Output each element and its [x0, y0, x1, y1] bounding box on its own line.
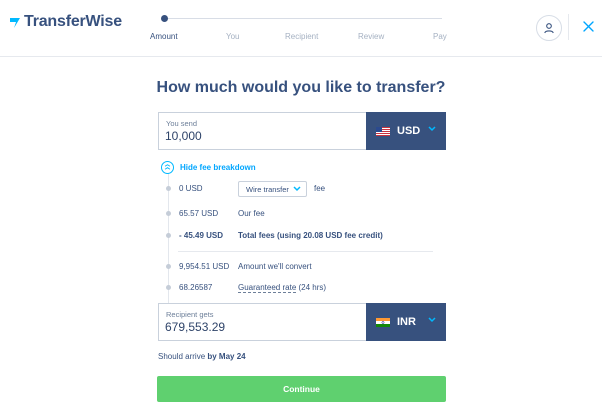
send-currency-code: USD — [397, 125, 421, 137]
receive-amount-box: Recipient gets INR — [158, 303, 446, 341]
top-bar: TransferWise Amount You Recipient Review… — [0, 0, 602, 57]
payment-method-select[interactable]: Wire transfer — [238, 181, 307, 197]
rate-duration: (24 hrs) — [298, 283, 327, 292]
header-divider — [568, 14, 569, 40]
user-icon — [544, 23, 554, 34]
step-you: You — [226, 32, 240, 41]
chevron-down-icon — [293, 186, 301, 192]
payment-method-label: Wire transfer — [246, 184, 289, 194]
stepper-current-dot — [161, 15, 168, 22]
continue-button[interactable]: Continue — [157, 376, 446, 402]
arrival-date: by May 24 — [207, 352, 246, 361]
progress-stepper: Amount You Recipient Review Pay — [150, 12, 450, 44]
send-amount-box: You send USD — [158, 112, 446, 150]
chevron-down-icon — [428, 126, 436, 132]
brand-name: TransferWise — [24, 13, 122, 30]
india-flag-icon — [376, 317, 390, 327]
step-recipient: Recipient — [285, 32, 319, 41]
total-fees-amount: - 45.49 USD — [179, 231, 224, 240]
fee-dot — [166, 211, 171, 216]
fee-dot — [166, 285, 171, 290]
profile-button[interactable] — [536, 15, 562, 41]
stepper-track — [164, 18, 442, 19]
arrival-prefix: Should arrive — [158, 352, 206, 361]
total-fees-label: Total fees (using 20.08 USD fee credit) — [238, 231, 383, 240]
send-currency-select[interactable]: USD — [366, 112, 446, 150]
payment-method-fee-amount: 0 USD — [179, 184, 203, 193]
send-label: You send — [166, 119, 198, 128]
arrival-estimate: Should arrive by May 24 — [158, 352, 246, 361]
guaranteed-rate-link[interactable]: Guaranteed rate — [238, 283, 297, 293]
hide-fee-breakdown-link[interactable]: Hide fee breakdown — [180, 163, 256, 172]
fee-dot — [166, 233, 171, 238]
step-amount: Amount — [150, 32, 178, 41]
collapse-icon[interactable] — [161, 161, 174, 174]
our-fee-amount: 65.57 USD — [179, 209, 219, 218]
chevron-down-icon — [428, 317, 436, 323]
send-amount-input[interactable] — [165, 129, 355, 143]
fee-separator — [178, 251, 433, 252]
step-review: Review — [358, 32, 385, 41]
step-pay: Pay — [433, 32, 447, 41]
receive-amount-input[interactable] — [165, 320, 355, 334]
receive-label: Recipient gets — [166, 310, 214, 319]
logo-mark-icon — [10, 18, 20, 28]
fee-dot — [166, 264, 171, 269]
receive-currency-select[interactable]: INR — [366, 303, 446, 341]
fee-dot — [166, 186, 171, 191]
convert-amount: 9,954.51 USD — [179, 262, 230, 271]
fee-suffix: fee — [314, 184, 326, 193]
our-fee-label: Our fee — [238, 209, 265, 218]
convert-label: Amount we'll convert — [238, 262, 312, 271]
page-title: How much would you like to transfer? — [156, 79, 446, 96]
chevron-up-icon — [164, 164, 171, 170]
close-button[interactable] — [580, 18, 596, 34]
close-icon — [582, 20, 594, 32]
receive-currency-code: INR — [397, 316, 416, 328]
exchange-rate-label: Guaranteed rate (24 hrs) — [238, 283, 327, 293]
us-flag-icon — [376, 126, 390, 136]
exchange-rate-value: 68.26587 — [179, 283, 213, 292]
transferwise-logo[interactable]: TransferWise — [8, 12, 122, 32]
